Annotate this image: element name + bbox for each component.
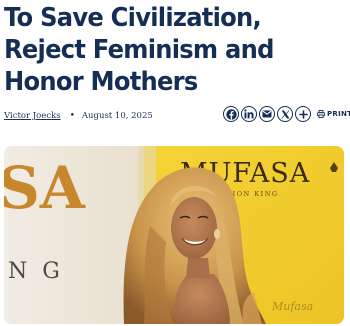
headline: To Save Civilization, Reject Feminism an… — [4, 3, 274, 97]
share-email-button[interactable] — [259, 106, 275, 122]
backdrop-logo-left-top: SA — [4, 154, 86, 222]
share-facebook-button[interactable] — [223, 106, 239, 122]
publish-date: August 10, 2025 — [81, 111, 153, 121]
backdrop-logo-left-bottom: N G — [8, 259, 64, 284]
byline-separator: • — [69, 111, 75, 121]
article-header: To Save Civilization, Reject Feminism an… — [4, 0, 346, 98]
share-buttons — [223, 106, 311, 122]
print-label: PRINT — [327, 110, 350, 118]
print-icon — [317, 110, 325, 118]
share-x-button[interactable] — [277, 106, 293, 122]
share-linkedin-button[interactable] — [241, 106, 257, 122]
linkedin-icon — [244, 109, 254, 119]
facebook-icon — [225, 108, 237, 120]
byline: Victor Joecks • August 10, 2025 PRINT — [4, 106, 350, 126]
email-icon — [262, 110, 272, 118]
print-button[interactable]: PRINT — [317, 110, 350, 118]
x-icon — [280, 110, 289, 118]
share-more-button[interactable] — [295, 106, 311, 122]
hero-photo: SA N G MUFASA THE LION KING Mufasa — [4, 146, 344, 324]
hero-photo-illustration: SA N G MUFASA THE LION KING Mufasa — [4, 146, 344, 324]
plus-icon — [298, 109, 308, 119]
svg-text:Mufasa: Mufasa — [271, 300, 313, 313]
author-link[interactable]: Victor Joecks — [4, 111, 61, 121]
